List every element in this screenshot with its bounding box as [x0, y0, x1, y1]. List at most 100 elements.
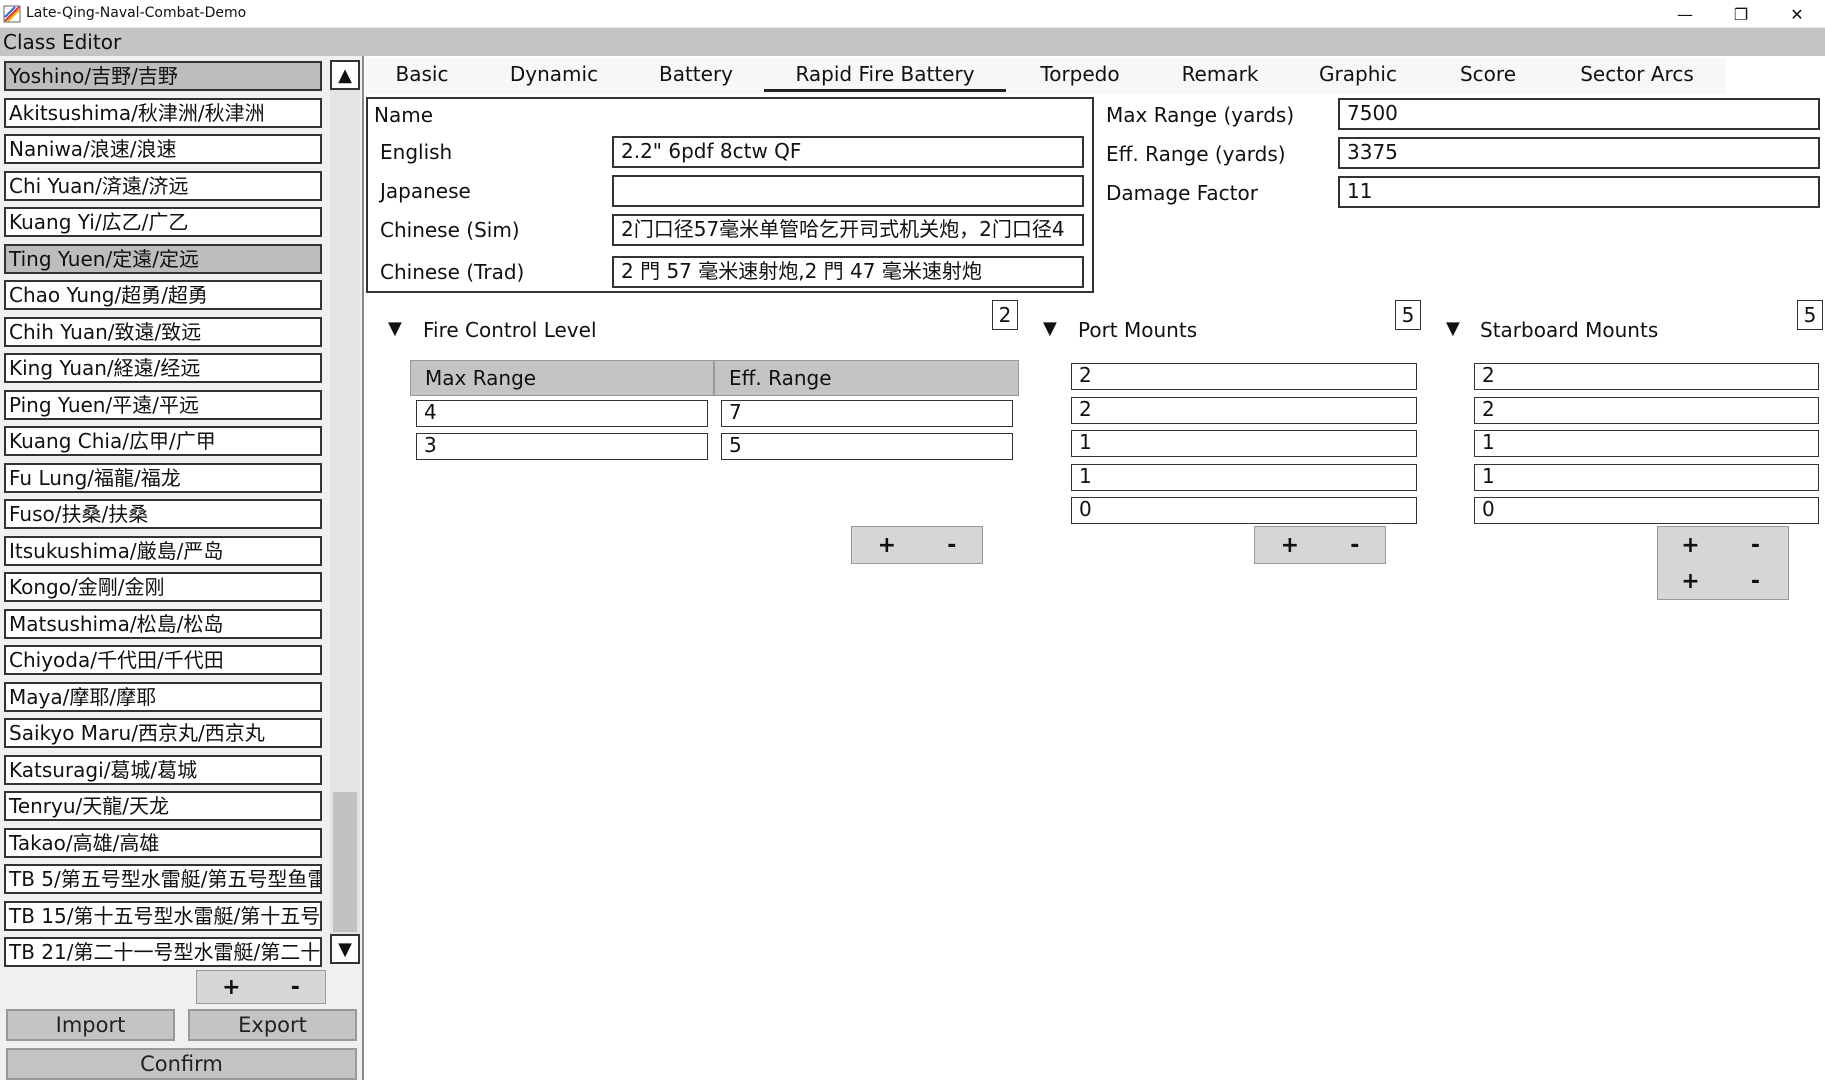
confirm-button[interactable]: Confirm [6, 1048, 357, 1080]
ship-list-item[interactable]: Chiyoda/千代田/千代田 [4, 645, 322, 675]
tab-battery[interactable]: Battery [640, 62, 752, 92]
ship-list-item[interactable]: Fuso/扶桑/扶桑 [4, 499, 322, 529]
ship-list-item[interactable]: Katsuragi/葛城/葛城 [4, 754, 322, 785]
col-eff-range-header: Eff. Range [714, 360, 1019, 396]
port-mounts-add-remove: + - [1254, 526, 1386, 564]
starboard-remove-button-2[interactable]: - [1723, 569, 1788, 594]
fcl-row2-max[interactable]: 3 [416, 433, 708, 460]
english-name-field[interactable]: 2.2" 6pdf 8ctw QF [612, 136, 1084, 168]
fcl-row1-max[interactable]: 4 [416, 400, 708, 427]
port-add-button[interactable]: + [1281, 533, 1299, 558]
starboard-remove-button[interactable]: - [1723, 533, 1788, 558]
ship-list-item[interactable]: Matsushima/松島/松岛 [4, 608, 322, 639]
chinese-sim-label: Chinese (Sim) [380, 218, 520, 242]
list-scroll-thumb[interactable] [333, 792, 357, 932]
starboard-mount-1[interactable]: 2 [1474, 363, 1819, 390]
scroll-up-icon[interactable]: ▲ [330, 60, 360, 90]
ship-list-item[interactable]: Chi Yuan/済遠/济远 [4, 170, 322, 201]
app-icon [3, 5, 21, 23]
port-mounts-title: Port Mounts [1078, 318, 1198, 342]
ship-list-item[interactable]: King Yuan/経遠/经远 [4, 353, 322, 383]
starboard-mount-3[interactable]: 1 [1474, 430, 1819, 457]
tab-dynamic[interactable]: Dynamic [494, 62, 614, 92]
japanese-label: Japanese [380, 179, 471, 203]
port-mounts-collapse-icon[interactable]: ▼ [1043, 318, 1057, 339]
chinese-trad-name-field[interactable]: 2 門 57 毫米速射炮,2 門 47 毫米速射炮 [612, 256, 1084, 288]
ship-list-item[interactable]: Kuang Yi/広乙/广乙 [4, 207, 322, 237]
tab-graphic[interactable]: Graphic [1304, 62, 1412, 92]
ship-list-add-remove: + - [196, 970, 326, 1004]
port-mounts-count: 5 [1395, 300, 1421, 330]
tab-score[interactable]: Score [1448, 62, 1528, 92]
ship-list-item[interactable]: Kuang Chia/広甲/广甲 [4, 426, 322, 456]
ship-list-item[interactable]: Chao Yung/超勇/超勇 [4, 280, 322, 310]
ship-list-item[interactable]: TB 15/第十五号型水雷艇/第十五号型鱼雷艇 [4, 900, 322, 931]
starboard-mounts-collapse-icon[interactable]: ▼ [1446, 318, 1460, 339]
ship-list-item[interactable]: TB 21/第二十一号型水雷艇/第二十一号型鱼雷艇 [4, 937, 322, 967]
max-range-label: Max Range (yards) [1106, 103, 1295, 127]
ship-list-item[interactable]: Saikyo Maru/西京丸/西京丸 [4, 718, 322, 748]
damage-factor-field[interactable]: 11 [1338, 176, 1820, 208]
editor-header: Class Editor [0, 28, 1825, 56]
ship-list-item[interactable]: Yoshino/吉野/吉野 [4, 61, 322, 91]
ship-list-item[interactable]: Ting Yuen/定遠/定远 [4, 243, 322, 274]
tab-remark[interactable]: Remark [1170, 62, 1270, 92]
port-mount-3[interactable]: 1 [1071, 430, 1417, 457]
ship-list-item[interactable]: Chih Yuan/致遠/致远 [4, 316, 322, 347]
fcl-remove-button[interactable]: - [947, 533, 956, 558]
ship-list-item[interactable]: TB 5/第五号型水雷艇/第五号型鱼雷艇 [4, 864, 322, 894]
ship-list-item[interactable]: Ping Yuen/平遠/平远 [4, 389, 322, 420]
scroll-down-icon[interactable]: ▼ [330, 934, 360, 964]
starboard-mount-5[interactable]: 0 [1474, 497, 1819, 524]
maximize-icon[interactable]: ❐ [1718, 0, 1764, 28]
port-mount-1[interactable]: 2 [1071, 363, 1417, 390]
remove-ship-button[interactable]: - [291, 975, 300, 1000]
fire-control-title: Fire Control Level [423, 318, 597, 342]
starboard-mounts-count: 5 [1797, 300, 1823, 330]
starboard-add-button[interactable]: + [1658, 533, 1723, 558]
tab-rapid-fire-battery[interactable]: Rapid Fire Battery [764, 62, 1006, 92]
port-remove-button[interactable]: - [1350, 533, 1359, 558]
fire-control-count: 2 [992, 300, 1018, 330]
port-mount-2[interactable]: 2 [1071, 397, 1417, 424]
starboard-mounts-add-remove: + - + - [1657, 526, 1789, 600]
port-mount-5[interactable]: 0 [1071, 497, 1417, 524]
ship-list-item[interactable]: Naniwa/浪速/浪速 [4, 134, 322, 164]
close-icon[interactable]: ✕ [1774, 0, 1820, 28]
add-ship-button[interactable]: + [222, 975, 240, 1000]
import-button[interactable]: Import [6, 1009, 175, 1041]
tab-sector-arcs[interactable]: Sector Arcs [1570, 62, 1704, 92]
fire-control-add-remove: + - [851, 526, 983, 564]
port-mount-4[interactable]: 1 [1071, 464, 1417, 491]
ship-list-item[interactable]: Takao/高雄/高雄 [4, 827, 322, 858]
fcl-row2-eff[interactable]: 5 [721, 433, 1013, 460]
ship-list-item[interactable]: Itsukushima/厳島/严岛 [4, 535, 322, 566]
starboard-add-button-2[interactable]: + [1658, 569, 1723, 594]
ship-list-item[interactable]: Kongo/金剛/金刚 [4, 572, 322, 602]
starboard-mount-2[interactable]: 2 [1474, 397, 1819, 424]
name-group-title: Name [374, 103, 434, 127]
tab-torpedo[interactable]: Torpedo [1030, 62, 1130, 92]
fire-control-collapse-icon[interactable]: ▼ [388, 318, 402, 339]
fcl-row1-eff[interactable]: 7 [721, 400, 1013, 427]
max-range-field[interactable]: 7500 [1338, 98, 1820, 130]
col-max-range-header: Max Range [410, 360, 714, 396]
editor-title: Class Editor [3, 30, 122, 54]
fcl-add-button[interactable]: + [878, 533, 896, 558]
ship-list-item[interactable]: Fu Lung/福龍/福龙 [4, 462, 322, 493]
window-title: Late-Qing-Naval-Combat-Demo [26, 5, 247, 21]
ship-list-item[interactable]: Akitsushima/秋津洲/秋津洲 [4, 97, 322, 128]
starboard-mount-4[interactable]: 1 [1474, 464, 1819, 491]
window-title-bar[interactable]: Late-Qing-Naval-Combat-Demo — ❐ ✕ [0, 0, 1825, 28]
export-button[interactable]: Export [188, 1009, 357, 1041]
damage-factor-label: Damage Factor [1106, 181, 1258, 205]
tab-basic[interactable]: Basic [374, 62, 470, 92]
starboard-mounts-title: Starboard Mounts [1480, 318, 1659, 342]
eff-range-field[interactable]: 3375 [1338, 137, 1820, 169]
chinese-sim-name-field[interactable]: 2门口径57毫米单管哈乞开司式机关炮，2门口径4 [612, 214, 1084, 246]
ship-list-item[interactable]: Tenryu/天龍/天龙 [4, 791, 322, 821]
minimize-icon[interactable]: — [1662, 0, 1708, 28]
english-label: English [380, 140, 453, 164]
ship-list-item[interactable]: Maya/摩耶/摩耶 [4, 681, 322, 712]
japanese-name-field[interactable] [612, 175, 1084, 207]
